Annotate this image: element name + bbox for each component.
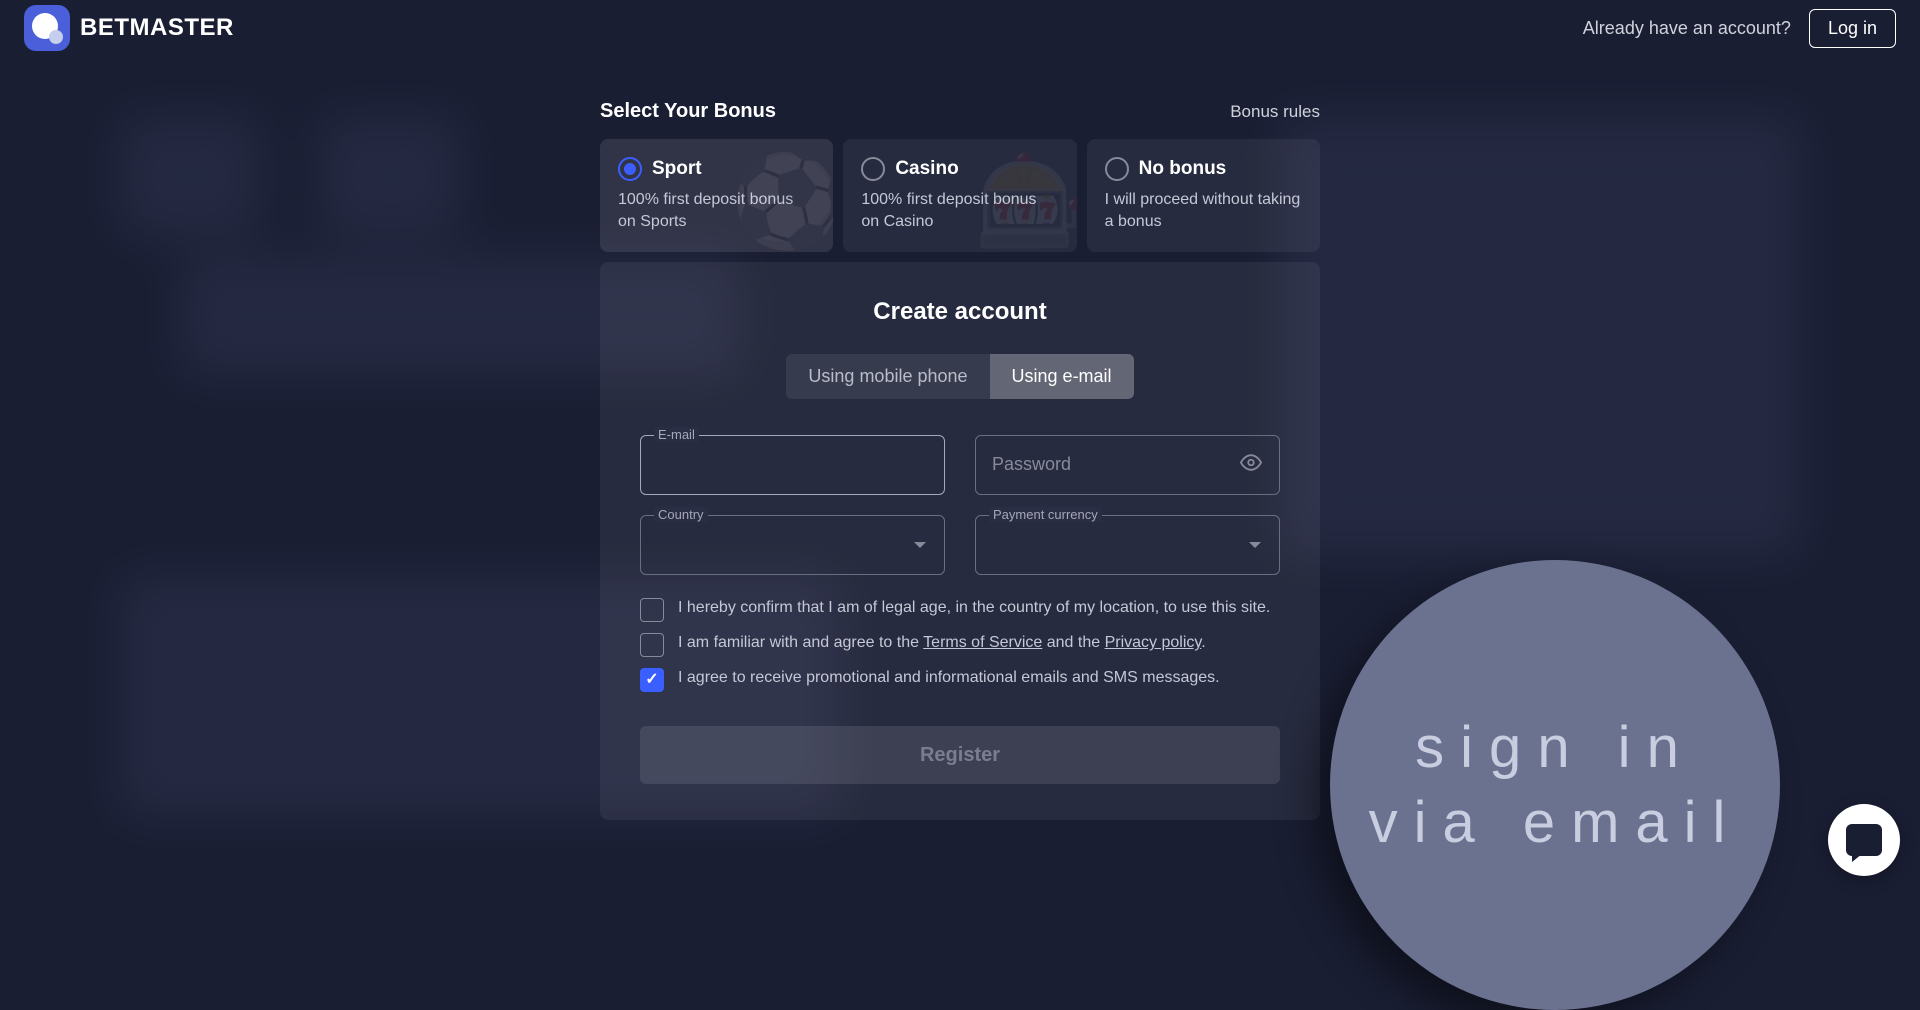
country-select[interactable] [640, 515, 945, 575]
radio-sport[interactable] [618, 157, 642, 181]
bonus-header: Select Your Bonus Bonus rules [600, 100, 1320, 123]
soccer-ball-icon: ⚽ [731, 149, 833, 252]
currency-label: Payment currency [989, 507, 1102, 522]
registration-method-tabs: Using mobile phone Using e-mail [640, 354, 1280, 399]
password-field-wrapper [975, 435, 1280, 495]
privacy-policy-link[interactable]: Privacy policy [1105, 634, 1202, 651]
sign-in-via-email-callout: sign in via email [1330, 560, 1780, 1010]
legal-age-text: I hereby confirm that I am of legal age,… [678, 597, 1270, 619]
have-account-text: Already have an account? [1583, 18, 1791, 39]
header-bar: BETMASTER Already have an account? Log i… [0, 0, 1920, 56]
email-field-wrapper: E-mail [640, 435, 945, 495]
bonus-card-sport[interactable]: ⚽ Sport 100% first deposit bonus on Spor… [600, 139, 833, 252]
checkbox-terms[interactable] [640, 633, 664, 657]
main-container: Select Your Bonus Bonus rules ⚽ Sport 10… [600, 100, 1320, 820]
password-input[interactable] [975, 435, 1280, 495]
bonus-card-casino[interactable]: 🎰 Casino 100% first deposit bonus on Cas… [843, 139, 1076, 252]
email-input[interactable] [640, 435, 945, 495]
chevron-down-icon [914, 542, 926, 548]
brand-name: BETMASTER [80, 14, 234, 42]
show-password-icon[interactable] [1240, 452, 1262, 479]
casino-chip-icon: 🎰 [975, 149, 1077, 252]
bonus-rules-link[interactable]: Bonus rules [1230, 102, 1320, 122]
register-button[interactable]: Register [640, 726, 1280, 784]
bonus-none-title: No bonus [1139, 158, 1227, 180]
bonus-casino-title: Casino [895, 158, 958, 180]
bonus-none-desc: I will proceed without taking a bonus [1105, 189, 1302, 232]
bonus-cards-row: ⚽ Sport 100% first deposit bonus on Spor… [600, 139, 1320, 252]
brand-logo-icon [24, 5, 70, 51]
country-label: Country [654, 507, 708, 522]
radio-no-bonus[interactable] [1105, 157, 1129, 181]
bonus-card-none[interactable]: No bonus I will proceed without taking a… [1087, 139, 1320, 252]
tab-mobile-phone[interactable]: Using mobile phone [786, 354, 989, 399]
terms-text: I am familiar with and agree to the Term… [678, 632, 1206, 654]
circle-line2: via email [1369, 785, 1742, 860]
tab-email[interactable]: Using e-mail [990, 354, 1134, 399]
logo-section: BETMASTER [24, 5, 234, 51]
create-account-panel: Create account Using mobile phone Using … [600, 262, 1320, 820]
email-label: E-mail [654, 427, 699, 442]
agreement-checkboxes: I hereby confirm that I am of legal age,… [640, 597, 1280, 692]
currency-select[interactable] [975, 515, 1280, 575]
select-bonus-title: Select Your Bonus [600, 100, 776, 123]
checkbox-promotional[interactable] [640, 668, 664, 692]
terms-of-service-link[interactable]: Terms of Service [923, 634, 1042, 651]
header-right: Already have an account? Log in [1583, 9, 1896, 48]
create-account-title: Create account [640, 298, 1280, 326]
bonus-sport-title: Sport [652, 158, 702, 180]
checkbox-legal-age[interactable] [640, 598, 664, 622]
chat-button[interactable] [1828, 804, 1900, 876]
radio-casino[interactable] [861, 157, 885, 181]
promotional-text: I agree to receive promotional and infor… [678, 667, 1220, 689]
circle-line1: sign in [1415, 710, 1695, 785]
chevron-down-icon [1249, 542, 1261, 548]
country-field-wrapper: Country [640, 515, 945, 575]
currency-field-wrapper: Payment currency [975, 515, 1280, 575]
login-button[interactable]: Log in [1809, 9, 1896, 48]
chat-icon [1846, 824, 1882, 856]
